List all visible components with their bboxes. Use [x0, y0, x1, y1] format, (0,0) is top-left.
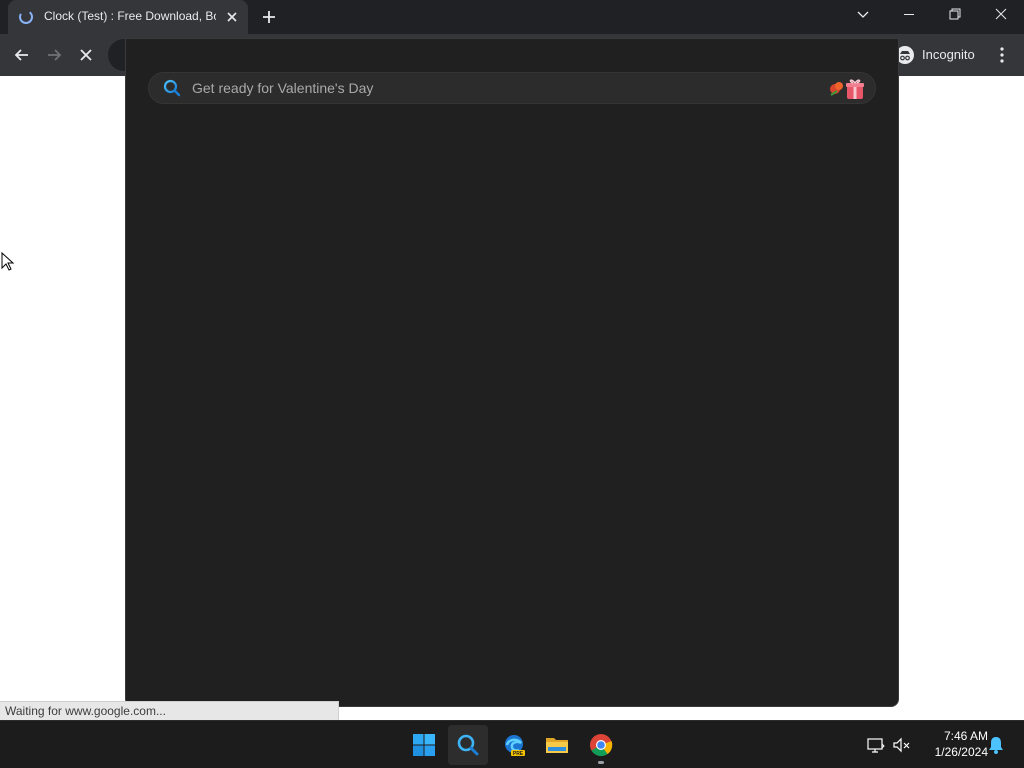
restore-icon[interactable]: [932, 0, 978, 30]
search-input[interactable]: Get ready for Valentine's Day: [148, 72, 876, 104]
clock-date: 1/26/2024: [934, 745, 988, 759]
tab-search-chevron-icon[interactable]: [840, 0, 886, 30]
incognito-indicator[interactable]: Incognito: [892, 39, 984, 71]
volume-muted-icon[interactable]: [892, 735, 912, 755]
file-explorer-icon[interactable]: [537, 725, 577, 765]
chrome-icon[interactable]: [581, 725, 621, 765]
close-window-icon[interactable]: [978, 0, 1024, 30]
search-icon: [163, 79, 181, 97]
status-bar: Waiting for www.google.com...: [0, 701, 339, 720]
browser-titlebar: Clock (Test) : Free Download, Bor: [0, 0, 1024, 34]
forward-arrow-icon[interactable]: [44, 45, 64, 65]
edge-preview-icon[interactable]: PRE: [494, 725, 534, 765]
clock-time: 7:46 AM: [943, 729, 988, 743]
new-tab-icon[interactable]: [260, 8, 278, 26]
tab-close-icon[interactable]: [224, 9, 240, 25]
windows-start-icon[interactable]: [404, 725, 444, 765]
windows-search-panel: Get ready for Valentine's Day: [125, 38, 899, 707]
search-placeholder: Get ready for Valentine's Day: [192, 80, 374, 96]
taskbar-search-icon[interactable]: [448, 725, 488, 765]
chrome-running-indicator: [598, 761, 604, 764]
taskbar: PRE 7:46 AM 1/26/2024: [0, 720, 1024, 768]
status-text: Waiting for www.google.com...: [5, 704, 166, 718]
network-icon[interactable]: [866, 735, 886, 755]
notification-bell-icon[interactable]: [986, 735, 1006, 755]
loading-favicon-icon: [18, 9, 34, 25]
mouse-cursor-icon: [1, 251, 15, 272]
valentine-gift-icon[interactable]: [825, 77, 867, 101]
stop-loading-icon[interactable]: [76, 45, 96, 65]
back-arrow-icon[interactable]: [12, 45, 32, 65]
browser-tab[interactable]: Clock (Test) : Free Download, Bor: [8, 0, 248, 34]
svg-text:PRE: PRE: [513, 751, 524, 757]
minimize-icon[interactable]: [886, 0, 932, 30]
incognito-label: Incognito: [922, 47, 975, 62]
taskbar-clock[interactable]: 7:46 AM 1/26/2024: [918, 728, 988, 760]
more-menu-icon[interactable]: [994, 45, 1010, 65]
tab-title: Clock (Test) : Free Download, Bor: [44, 9, 216, 23]
